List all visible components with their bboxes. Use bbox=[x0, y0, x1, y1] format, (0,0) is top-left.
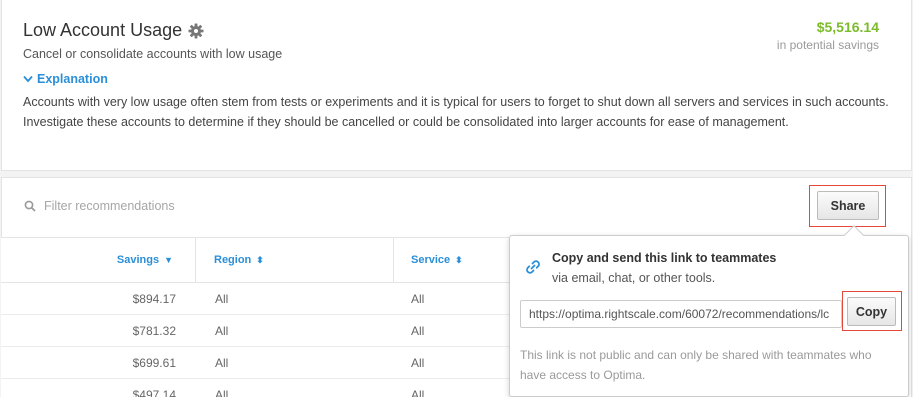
cell-region: All bbox=[215, 388, 229, 397]
cell-region: All bbox=[215, 292, 229, 306]
cell-savings: $699.61 bbox=[132, 356, 176, 370]
cell-service: All bbox=[411, 388, 425, 397]
table-row[interactable]: $497.14 All All bbox=[1, 379, 509, 397]
explanation-text: Accounts with very low usage often stem … bbox=[23, 95, 889, 129]
table-row[interactable]: $894.17 All All bbox=[1, 283, 509, 315]
cell-region: All bbox=[215, 324, 229, 338]
page-title-row: Low Account Usage bbox=[23, 20, 204, 41]
explanation-toggle-label: Explanation bbox=[37, 72, 108, 86]
share-button[interactable]: Share bbox=[817, 191, 879, 220]
explanation-toggle[interactable]: Explanation bbox=[23, 72, 108, 86]
column-divider bbox=[195, 238, 196, 282]
column-header-service[interactable]: Service ⬍ bbox=[411, 238, 463, 282]
page-subtitle: Cancel or consolidate accounts with low … bbox=[23, 47, 283, 61]
cell-service: All bbox=[411, 356, 425, 370]
recommendation-header-panel: Low Account Usage Cancel or consolidate … bbox=[1, 0, 912, 171]
table-row[interactable]: $781.32 All All bbox=[1, 315, 509, 347]
search-icon bbox=[24, 200, 36, 212]
cell-region: All bbox=[215, 356, 229, 370]
cell-service: All bbox=[411, 324, 425, 338]
link-icon bbox=[524, 258, 542, 281]
column-header-savings[interactable]: Savings ▼ bbox=[1, 238, 195, 282]
filter-bar bbox=[24, 199, 344, 213]
cell-savings: $497.14 bbox=[132, 388, 176, 397]
popover-subtitle: via email, chat, or other tools. bbox=[552, 271, 716, 285]
popover-title: Copy and send this link to teammates bbox=[552, 251, 777, 265]
popover-note: This link is not public and can only be … bbox=[520, 348, 872, 382]
chevron-down-icon bbox=[23, 75, 33, 83]
savings-amount: $5,516.14 bbox=[816, 19, 879, 35]
cell-service: All bbox=[411, 292, 425, 306]
cell-savings: $781.32 bbox=[132, 324, 176, 338]
column-header-region[interactable]: Region ⬍ bbox=[214, 238, 264, 282]
sort-icon: ⬍ bbox=[455, 254, 463, 265]
copy-button[interactable]: Copy bbox=[847, 297, 896, 326]
gear-icon[interactable] bbox=[188, 23, 204, 39]
savings-label: in potential savings bbox=[776, 38, 879, 52]
sort-icon: ⬍ bbox=[256, 254, 264, 265]
column-divider bbox=[393, 238, 394, 282]
table-row[interactable]: $699.61 All All bbox=[1, 347, 509, 379]
caret-down-icon: ▼ bbox=[164, 255, 173, 265]
table-header: Savings ▼ Region ⬍ Service ⬍ bbox=[1, 237, 509, 283]
page-title: Low Account Usage bbox=[23, 20, 183, 40]
cell-savings: $894.17 bbox=[132, 292, 176, 306]
share-link-field[interactable] bbox=[520, 300, 842, 328]
filter-input[interactable] bbox=[44, 199, 344, 213]
